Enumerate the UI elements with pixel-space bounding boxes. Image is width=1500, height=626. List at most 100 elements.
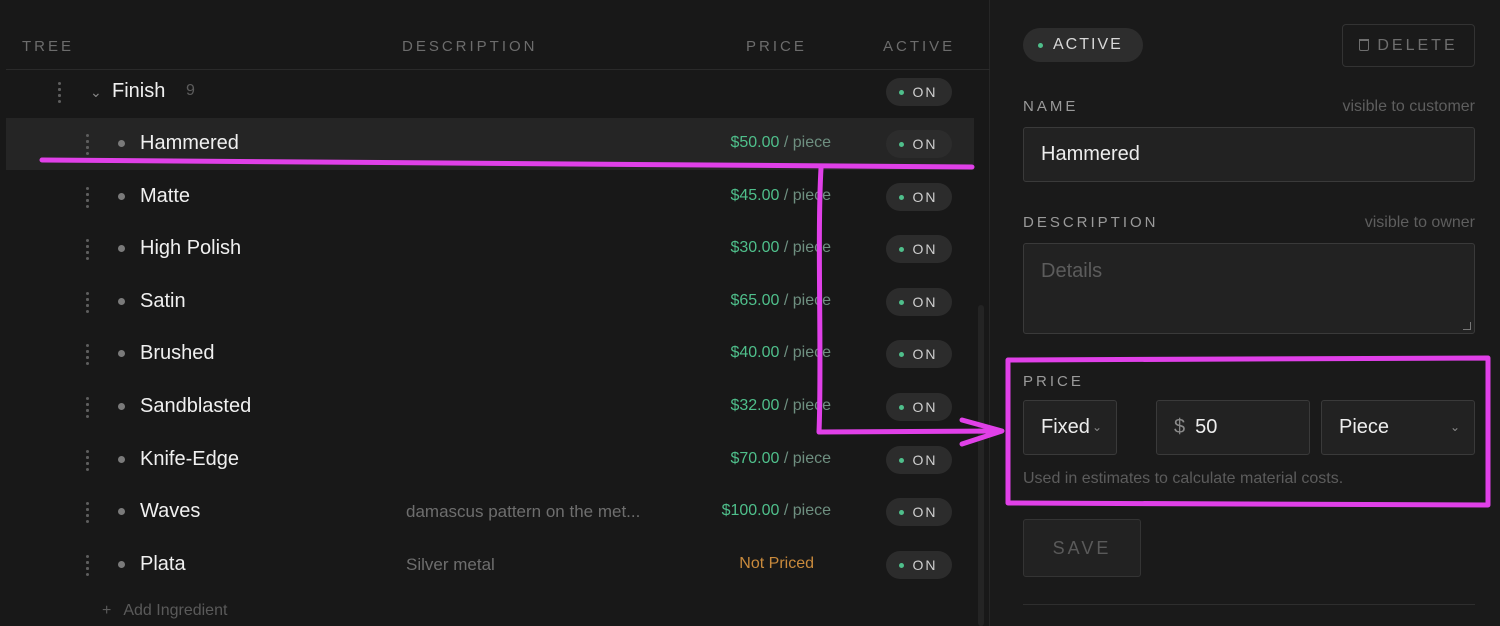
table-row[interactable]: Waves damascus pattern on the met... $100.… xyxy=(6,486,974,538)
name-field[interactable]: Hammered xyxy=(1023,127,1475,182)
drag-handle-icon[interactable] xyxy=(86,502,96,524)
drag-handle-icon[interactable] xyxy=(86,291,96,313)
row-name: Matte xyxy=(140,184,191,207)
active-toggle[interactable]: ON xyxy=(886,182,952,211)
delete-button[interactable]: DELETE xyxy=(1342,24,1475,67)
chevron-down-icon[interactable]: ⌄ xyxy=(90,84,102,101)
detail-panel: ACTIVE DELETE NAME visible to customer H… xyxy=(990,0,1500,626)
price-amount: $70.00 xyxy=(730,449,780,467)
description-hint: visible to owner xyxy=(1364,214,1475,231)
resize-handle-icon[interactable] xyxy=(1463,322,1471,330)
bullet-icon xyxy=(118,403,125,410)
price-unit: / piece xyxy=(783,291,831,309)
name-label: NAME xyxy=(1023,98,1079,115)
table-row[interactable]: Sandblasted $32.00 / piece ON xyxy=(6,381,974,433)
row-price: $100.00 / piece xyxy=(722,502,831,520)
row-name: High Polish xyxy=(140,237,242,260)
add-ingredient-label: Add Ingredient xyxy=(123,602,228,619)
active-toggle[interactable]: ON xyxy=(886,498,952,527)
active-toggle[interactable]: ON xyxy=(886,393,952,421)
price-amount-field[interactable]: $50 xyxy=(1156,400,1310,455)
row-description: damascus pattern on the met... xyxy=(406,502,641,522)
price-unit: / piece xyxy=(783,397,831,414)
table-row[interactable]: Brushed $40.00 / piece ON xyxy=(6,328,974,380)
name-hint: visible to customer xyxy=(1342,98,1476,115)
price-amount: $30.00 xyxy=(730,239,780,257)
table-row[interactable]: Matte $45.00 / piece ON xyxy=(6,171,974,223)
bullet-icon xyxy=(118,560,125,568)
table-row[interactable]: Satin $65.00 / piece ON xyxy=(6,276,974,328)
price-unit: / piece xyxy=(783,344,831,362)
row-name: Hammered xyxy=(140,132,239,154)
save-button[interactable]: SAVE xyxy=(1023,519,1141,577)
trash-icon xyxy=(1359,39,1370,51)
group-count: 9 xyxy=(186,82,195,99)
description-label: DESCRIPTION xyxy=(1023,214,1159,231)
row-price: $65.00 / piece xyxy=(730,292,831,310)
drag-handle-icon[interactable] xyxy=(86,239,96,261)
active-toggle[interactable]: ON xyxy=(886,287,952,316)
table-row[interactable]: Hammered $50.00 / piece ON xyxy=(6,118,974,170)
group-name: Finish xyxy=(112,80,166,102)
currency-symbol: $ xyxy=(1174,416,1186,438)
row-price: $70.00 / piece xyxy=(730,450,831,468)
divider xyxy=(1023,604,1475,605)
price-type-select[interactable]: Fixed ⌄ xyxy=(1023,400,1117,455)
row-price: $30.00 / piece xyxy=(730,239,831,257)
bullet-icon xyxy=(118,245,125,253)
price-amount: $45.00 xyxy=(730,186,780,204)
drag-handle-icon[interactable] xyxy=(86,134,96,155)
active-toggle[interactable]: ON xyxy=(886,235,952,264)
price-unit: / piece xyxy=(783,186,831,204)
row-price: $50.00 / piece xyxy=(730,134,831,152)
active-toggle[interactable]: ON xyxy=(886,78,952,106)
row-price: $32.00 / piece xyxy=(730,397,831,415)
row-name: Knife-Edge xyxy=(140,447,239,470)
table-row[interactable]: Knife-Edge $70.00 / piece ON xyxy=(6,434,974,486)
drag-handle-icon[interactable] xyxy=(86,397,96,418)
chevron-down-icon: ⌄ xyxy=(1449,420,1460,434)
price-unit: / piece xyxy=(783,134,831,151)
price-unit-value: Piece xyxy=(1339,416,1390,438)
chevron-down-icon: ⌄ xyxy=(1091,420,1102,434)
drag-handle-icon[interactable] xyxy=(86,344,96,366)
price-amount: $50.00 xyxy=(730,134,780,151)
table-row[interactable]: Plata Silver metal Not Priced ON xyxy=(6,539,974,591)
bullet-icon xyxy=(118,140,125,147)
description-placeholder: Details xyxy=(1041,260,1103,282)
description-field[interactable]: Details xyxy=(1023,243,1475,334)
price-unit-select[interactable]: Piece ⌄ xyxy=(1321,400,1475,455)
group-row-finish[interactable]: ⌄ Finish 9 ON xyxy=(6,66,974,118)
active-toggle[interactable]: ON xyxy=(886,340,952,369)
row-name: Satin xyxy=(140,289,186,312)
active-toggle[interactable]: ON xyxy=(886,550,952,579)
column-price: PRICE xyxy=(746,38,807,55)
bullet-icon xyxy=(118,297,125,305)
table-row[interactable]: High Polish $30.00 / piece ON xyxy=(6,223,974,275)
plus-icon: + xyxy=(102,602,112,619)
price-unit: / piece xyxy=(783,502,831,520)
row-description: Silver metal xyxy=(406,554,495,574)
scrollbar[interactable] xyxy=(978,305,984,626)
row-price: $40.00 / piece xyxy=(730,344,831,362)
row-name: Sandblasted xyxy=(140,395,252,417)
drag-handle-icon[interactable] xyxy=(86,186,96,208)
bullet-icon xyxy=(118,508,125,516)
row-name: Waves xyxy=(140,500,201,523)
row-price: $45.00 / piece xyxy=(730,187,831,205)
drag-handle-icon[interactable] xyxy=(86,449,96,471)
price-label: PRICE xyxy=(1023,373,1084,390)
price-help-text: Used in estimates to calculate material … xyxy=(1023,470,1344,487)
price-amount-value: 50 xyxy=(1195,416,1218,438)
price-amount: $32.00 xyxy=(730,397,780,414)
row-price-status: Not Priced xyxy=(739,554,814,572)
row-name: Plata xyxy=(140,552,186,575)
add-ingredient-button[interactable]: + Add Ingredient xyxy=(102,602,227,620)
drag-handle-icon[interactable] xyxy=(58,82,68,103)
price-unit: / piece xyxy=(783,449,831,467)
price-type-value: Fixed xyxy=(1041,416,1090,438)
drag-handle-icon[interactable] xyxy=(86,554,96,576)
active-toggle[interactable]: ON xyxy=(886,445,952,474)
active-toggle[interactable]: ON xyxy=(886,130,952,158)
price-unit: / piece xyxy=(783,239,831,257)
